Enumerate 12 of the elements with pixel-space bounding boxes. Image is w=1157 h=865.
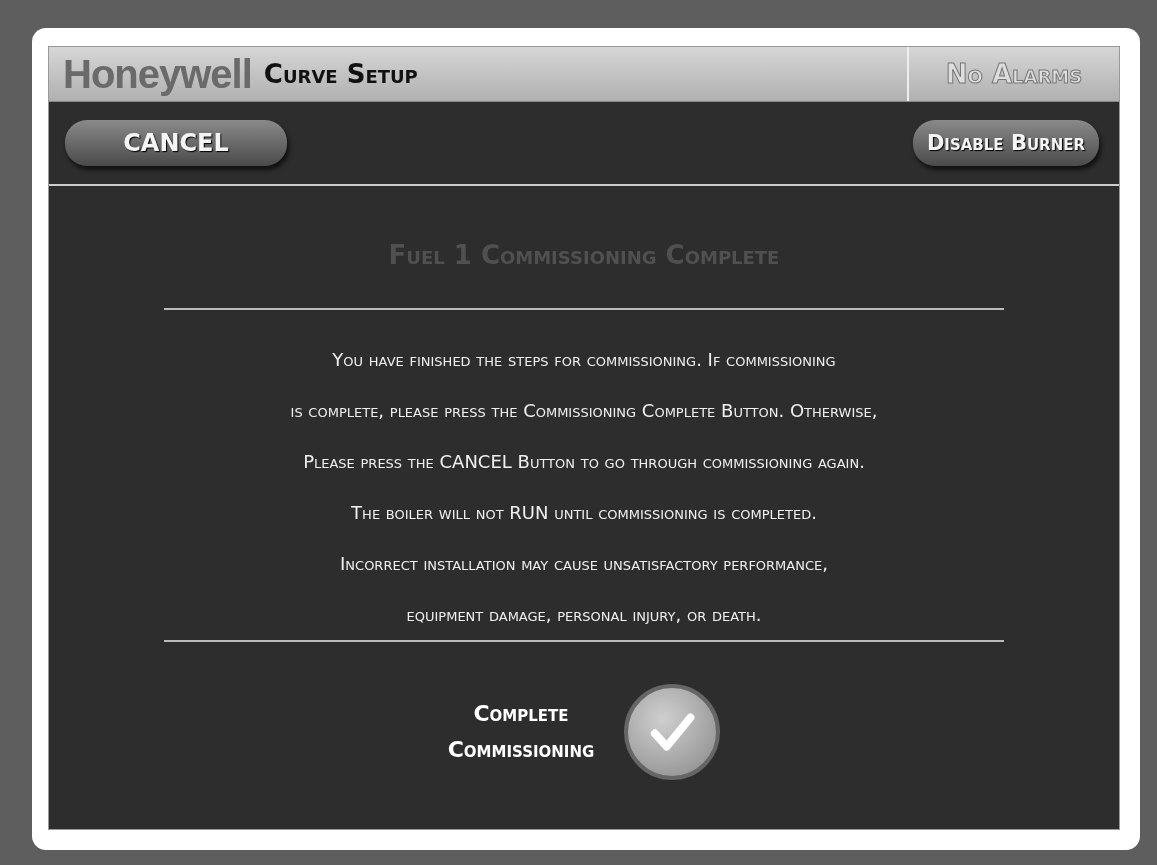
- alarm-status: No Alarms: [907, 47, 1119, 101]
- disable-burner-button[interactable]: Disable Burner: [912, 120, 1099, 166]
- screen-title: Curve Setup: [263, 59, 418, 89]
- message-line: Please press the CANCEL Button to go through commissioning again.: [303, 450, 865, 474]
- brand-logo-text: Honeywell: [63, 51, 252, 97]
- message-line: Incorrect installation may cause unsatisfactory performance,: [340, 552, 828, 576]
- message-line: The boiler will not RUN until commissioning is completed.: [351, 501, 817, 525]
- complete-commissioning-label: Complete Commissioning: [447, 700, 595, 764]
- message-line: is complete, please press the Commissioning Complete Button. Otherwise,: [290, 399, 878, 423]
- message-line: equipment damage, personal injury, or death.: [406, 603, 762, 627]
- message-line: You have finished the steps for commissioning. If commissioning: [332, 348, 836, 372]
- cancel-button[interactable]: CANCEL: [65, 120, 287, 166]
